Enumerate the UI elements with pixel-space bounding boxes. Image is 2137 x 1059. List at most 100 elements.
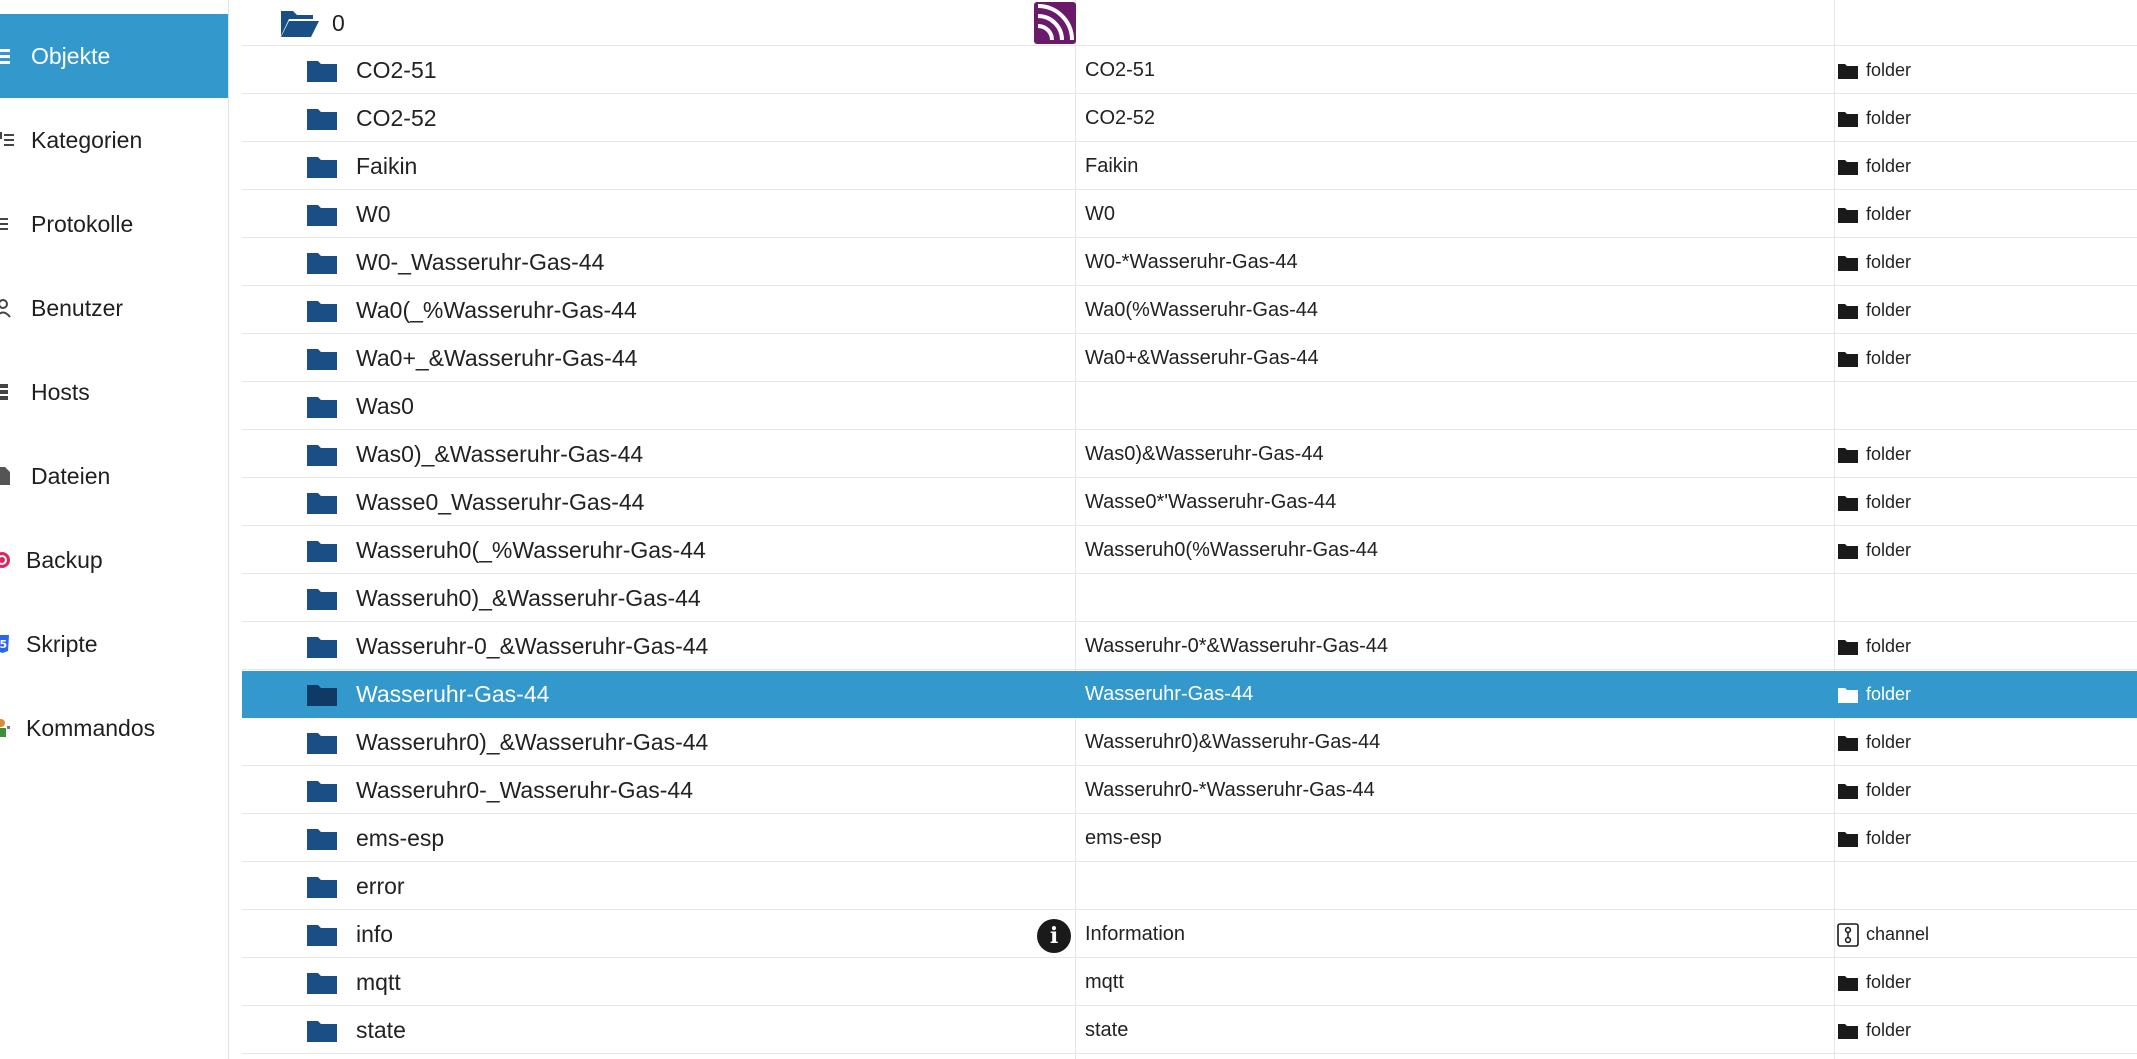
sidebar-item-skripte[interactable]: 5 Skripte — [0, 602, 228, 686]
object-id: Wasseruhr0-_Wasseruhr-Gas-44 — [356, 777, 694, 803]
folder-type-icon — [1838, 111, 1858, 127]
sidebar-item-kommandos[interactable]: Kommandos — [0, 686, 228, 770]
sidebar-item-protokolle[interactable]: Protokolle — [0, 182, 228, 266]
object-tree: 0 CO2-51 CO2-51 folder CO2-52 CO2-52 folder Fa… — [242, 0, 2137, 1059]
table-row[interactable]: Wasseruhr0-_Wasseruhr-Gas-44 Wasseruhr0-*… — [242, 767, 2137, 814]
object-type: folder — [1837, 1007, 1911, 1054]
table-row[interactable]: CO2-52 CO2-52 folder — [242, 95, 2137, 142]
folder-icon — [307, 109, 337, 130]
object-type: folder — [1837, 191, 1911, 238]
table-row[interactable]: info i Information channel — [242, 911, 2137, 958]
object-id: W0 — [356, 201, 391, 227]
table-row[interactable]: Wasse0_Wasseruhr-Gas-44 Wasse0*'Wasseruhr… — [242, 479, 2137, 526]
table-row[interactable]: ems-esp ems-esp folder — [242, 815, 2137, 862]
table-row[interactable]: Wasseruhr0)_&Wasseruhr-Gas-44 Wasseruhr0)… — [242, 719, 2137, 766]
object-id: Wa0+_&Wasseruhr-Gas-44 — [356, 345, 638, 371]
object-type-label: folder — [1866, 444, 1912, 464]
table-row[interactable]: state state folder — [242, 1007, 2137, 1054]
table-row[interactable]: Wa0+_&Wasseruhr-Gas-44 Wa0+&Wasseruhr-Gas… — [242, 335, 2137, 382]
table-row[interactable]: Wasseruhr-Gas-44 Wasseruhr-Gas-44 folder — [242, 671, 2137, 718]
object-name: state — [1085, 1019, 1129, 1041]
object-type-label: channel — [1866, 924, 1930, 944]
folder-icon — [307, 733, 337, 754]
object-type-label: folder — [1866, 300, 1912, 320]
object-type: folder — [1837, 479, 1911, 526]
folder-icon — [307, 781, 337, 802]
table-row[interactable]: error — [242, 863, 2137, 910]
object-type: folder — [1837, 671, 1911, 718]
sidebar: Objekte Kategorien Protokolle Benutzer H… — [0, 0, 229, 1059]
file-icon — [0, 467, 10, 485]
sidebar-item-kategorien[interactable]: Kategorien — [0, 98, 228, 182]
sidebar-item-objekte[interactable]: Objekte — [0, 14, 228, 98]
folder-icon — [307, 253, 337, 274]
object-type-label: folder — [1866, 540, 1912, 560]
object-type: folder — [1837, 959, 1911, 1006]
table-row[interactable]: Wasseruh0(_%Wasseruhr-Gas-44 Wasseruh0(%W… — [242, 527, 2137, 574]
backup-icon — [0, 552, 10, 568]
command-icon — [0, 719, 10, 737]
folder-type-icon — [1838, 303, 1858, 319]
sidebar-item-label: Kommandos — [26, 714, 156, 741]
object-type: channel — [1837, 911, 1929, 958]
object-id: W0-_Wasseruhr-Gas-44 — [356, 249, 605, 275]
object-id: mqtt — [356, 969, 401, 995]
table-row[interactable]: Faikin Faikin folder — [242, 143, 2137, 190]
table-row[interactable]: mqtt mqtt folder — [242, 959, 2137, 1006]
sidebar-item-hosts[interactable]: Hosts — [0, 350, 228, 434]
table-row[interactable]: W0 W0 folder — [242, 191, 2137, 238]
object-type-label: folder — [1866, 732, 1912, 752]
tree-root-row[interactable]: 0 — [242, 0, 2137, 46]
info-icon[interactable]: i — [1037, 919, 1071, 953]
folder-icon — [307, 637, 337, 658]
folder-icon — [307, 445, 337, 466]
sidebar-item-label: Objekte — [31, 42, 111, 69]
log-icon — [0, 218, 8, 230]
table-row[interactable]: Was0 — [242, 383, 2137, 430]
object-name: Wa0(%Wasseruhr-Gas-44 — [1085, 299, 1319, 321]
folder-type-icon — [1838, 543, 1858, 559]
folder-icon — [307, 157, 337, 178]
folder-type-icon — [1838, 735, 1858, 751]
svg-text:5: 5 — [0, 638, 7, 651]
object-name: Wasseruhr0-*Wasseruhr-Gas-44 — [1085, 779, 1375, 801]
object-type-label: folder — [1866, 60, 1912, 80]
table-row[interactable]: Wasseruhr-0_&Wasseruhr-Gas-44 Wasseruhr-0… — [242, 623, 2137, 670]
folder-icon — [307, 925, 337, 946]
sidebar-item-label: Skripte — [26, 630, 98, 657]
object-id: Wa0(_%Wasseruhr-Gas-44 — [356, 297, 637, 323]
object-type: folder — [1837, 767, 1911, 814]
folder-icon — [307, 397, 337, 418]
script-icon: 5 — [0, 635, 9, 653]
folder-type-icon — [1838, 63, 1858, 79]
object-type: folder — [1837, 239, 1911, 286]
sidebar-item-dateien[interactable]: Dateien — [0, 434, 228, 518]
object-name: W0-*Wasseruhr-Gas-44 — [1085, 251, 1298, 273]
sidebar-item-benutzer[interactable]: Benutzer — [0, 266, 228, 350]
object-type-label: folder — [1866, 828, 1912, 848]
object-type: folder — [1837, 431, 1911, 478]
object-type: folder — [1837, 95, 1911, 142]
table-row[interactable]: Wasseruh0)_&Wasseruhr-Gas-44 — [242, 575, 2137, 622]
sidebar-item-backup[interactable]: Backup — [0, 518, 228, 602]
object-name: CO2-51 — [1085, 59, 1156, 81]
object-id: Was0 — [356, 393, 414, 419]
folder-icon — [307, 349, 337, 370]
folder-type-icon — [1838, 975, 1858, 991]
object-id: Wasseruh0)_&Wasseruhr-Gas-44 — [356, 585, 701, 611]
sidebar-item-label: Kategorien — [31, 126, 143, 153]
table-row[interactable]: W0-_Wasseruhr-Gas-44 W0-*Wasseruhr-Gas-44… — [242, 239, 2137, 286]
folder-type-icon — [1838, 495, 1858, 511]
sidebar-item-label: Hosts — [31, 378, 90, 405]
list-icon — [0, 49, 10, 64]
folder-icon — [307, 301, 337, 322]
table-row[interactable]: CO2-51 CO2-51 folder — [242, 47, 2137, 94]
object-name: Wasseruh0(%Wasseruhr-Gas-44 — [1085, 539, 1379, 561]
table-row[interactable]: Was0)_&Wasseruhr-Gas-44 Was0)&Wasseruhr-G… — [242, 431, 2137, 478]
folder-open-icon — [281, 11, 319, 37]
folder-icon — [307, 493, 337, 514]
table-row[interactable]: Wa0(_%Wasseruhr-Gas-44 Wa0(%Wasseruhr-Gas… — [242, 287, 2137, 334]
object-id: Wasseruhr0)_&Wasseruhr-Gas-44 — [356, 729, 709, 755]
categories-icon — [0, 132, 14, 146]
object-id: state — [356, 1017, 406, 1043]
